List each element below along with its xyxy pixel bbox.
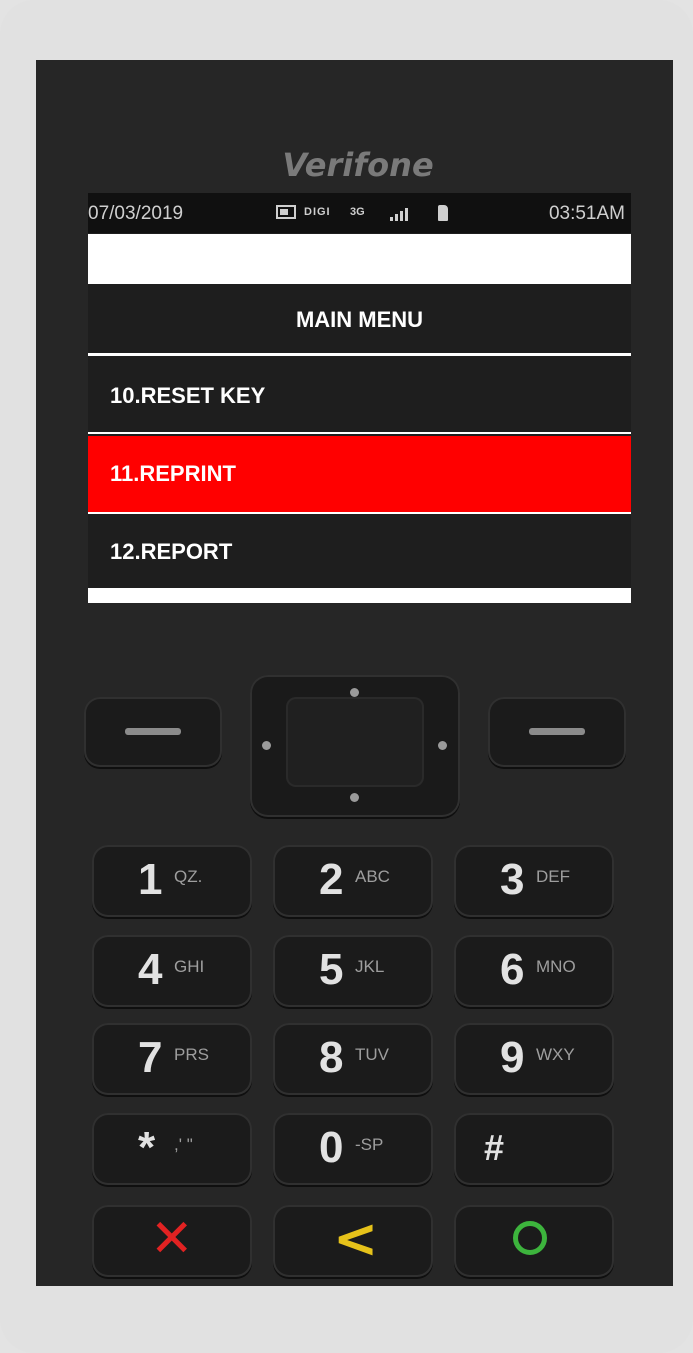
key-star[interactable]: * ,' " [92,1113,252,1185]
key-letters: DEF [536,867,570,886]
soft-key-left[interactable] [84,697,222,767]
device-frame: Verifone 07/03/2019 DIGI 3G 03:51AM MAIN… [0,0,693,1353]
key-1[interactable]: 1 QZ. [92,845,252,917]
key-digit: 8 [319,1033,344,1082]
key-2[interactable]: 2 ABC [273,845,433,917]
circle-icon [513,1221,547,1255]
key-letters: ,' " [174,1135,193,1154]
key-digit: 7 [138,1033,163,1082]
key-letters: ABC [355,867,390,886]
status-bar: 07/03/2019 DIGI 3G 03:51AM [88,193,631,233]
key-letters: -SP [355,1135,384,1154]
navigation-pad[interactable] [250,675,460,817]
key-4[interactable]: 4 GHI [92,935,252,1007]
key-6[interactable]: 6 MNO [454,935,614,1007]
nav-pad-center[interactable] [286,697,424,787]
brand-logo: Verifone [282,146,434,184]
signal-icon [390,207,410,221]
carrier-label: DIGI [304,206,331,218]
cancel-icon: ✕ [150,1209,194,1269]
key-letters: TUV [355,1045,389,1064]
key-5[interactable]: 5 JKL [273,935,433,1007]
key-digit: 3 [500,855,525,904]
key-digit: # [484,1127,505,1168]
menu-item-reset-key[interactable]: 10.RESET KEY [88,358,631,434]
cancel-button[interactable]: ✕ [92,1205,252,1277]
back-icon: < [333,1207,379,1270]
key-letters: PRS [174,1045,209,1064]
dash-icon [125,728,181,735]
screen-bottom-bar [88,588,631,603]
key-0[interactable]: 0 -SP [273,1113,433,1185]
key-digit: 9 [500,1033,525,1082]
status-date: 07/03/2019 [88,203,184,224]
nav-up-dot-icon [350,688,359,697]
key-digit: 0 [319,1123,344,1172]
menu-item-report[interactable]: 12.REPORT [88,516,631,588]
terminal-screen: 07/03/2019 DIGI 3G 03:51AM MAIN MENU 10.… [88,193,631,603]
soft-key-right[interactable] [488,697,626,767]
payment-terminal: Verifone 07/03/2019 DIGI 3G 03:51AM MAIN… [36,60,673,1286]
key-digit: 6 [500,945,525,994]
nav-right-dot-icon [438,741,447,750]
dash-icon [529,728,585,735]
key-letters: WXY [536,1045,575,1064]
key-digit: * [138,1123,156,1172]
input-bar [88,234,631,284]
key-digit: 2 [319,855,344,904]
key-digit: 5 [319,945,344,994]
key-hash[interactable]: # [454,1113,614,1185]
sim-card-icon [438,205,448,221]
battery-icon [276,205,296,219]
status-time: 03:51AM [548,203,625,224]
menu-item-reprint[interactable]: 11.REPRINT [88,436,631,514]
nav-down-dot-icon [350,793,359,802]
key-9[interactable]: 9 WXY [454,1023,614,1095]
key-letters: QZ. [174,867,203,886]
key-3[interactable]: 3 DEF [454,845,614,917]
back-button[interactable]: < [273,1205,433,1277]
nav-left-dot-icon [262,741,271,750]
key-digit: 1 [138,855,163,904]
key-letters: MNO [536,957,576,976]
key-digit: 4 [138,945,163,994]
network-type: 3G [350,206,365,218]
key-letters: GHI [174,957,205,976]
key-7[interactable]: 7 PRS [92,1023,252,1095]
key-8[interactable]: 8 TUV [273,1023,433,1095]
key-letters: JKL [355,957,385,976]
menu-title: MAIN MENU [88,284,631,356]
enter-button[interactable] [454,1205,614,1277]
